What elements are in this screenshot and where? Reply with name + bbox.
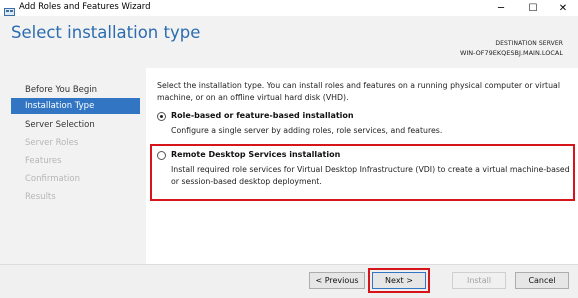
minimize-button[interactable]: ─ <box>486 0 516 16</box>
role-based-option-title[interactable]: Role-based or feature-based installation <box>171 111 354 120</box>
destination-server-label: DESTINATION SERVER <box>495 40 563 47</box>
window-title-bar[interactable]: Add Roles and Features Wizard ─ ☐ ✕ <box>0 0 578 18</box>
nav-item-before-you-begin[interactable]: Before You Begin <box>11 82 140 98</box>
destination-server-name: WIN-OF79EKQESBJ.MAIN.LOCAL <box>459 49 563 57</box>
next-button-highlight-box <box>368 268 430 293</box>
window-title: Add Roles and Features Wizard <box>19 2 151 12</box>
remote-desktop-highlight-box <box>150 144 575 201</box>
nav-item-server-roles: Server Roles <box>25 138 79 148</box>
install-button: Install <box>452 272 506 289</box>
nav-item-features: Features <box>25 156 62 166</box>
page-title: Select installation type <box>11 23 201 42</box>
server-manager-icon <box>4 3 15 18</box>
role-based-radio[interactable] <box>157 112 166 121</box>
cancel-button[interactable]: Cancel <box>515 272 569 289</box>
nav-item-results: Results <box>25 192 56 202</box>
previous-button[interactable]: < Previous <box>309 272 365 289</box>
maximize-button[interactable]: ☐ <box>518 0 548 16</box>
nav-item-installation-type[interactable]: Installation Type <box>11 98 140 114</box>
wizard-nav-panel: Before You Begin Installation Type Serve… <box>0 68 146 264</box>
nav-item-server-selection[interactable]: Server Selection <box>11 117 140 133</box>
close-button[interactable]: ✕ <box>548 0 578 16</box>
role-based-option-description: Configure a single server by adding role… <box>171 126 443 135</box>
intro-text: Select the installation type. You can in… <box>157 81 560 102</box>
nav-item-confirmation: Confirmation <box>25 174 80 184</box>
